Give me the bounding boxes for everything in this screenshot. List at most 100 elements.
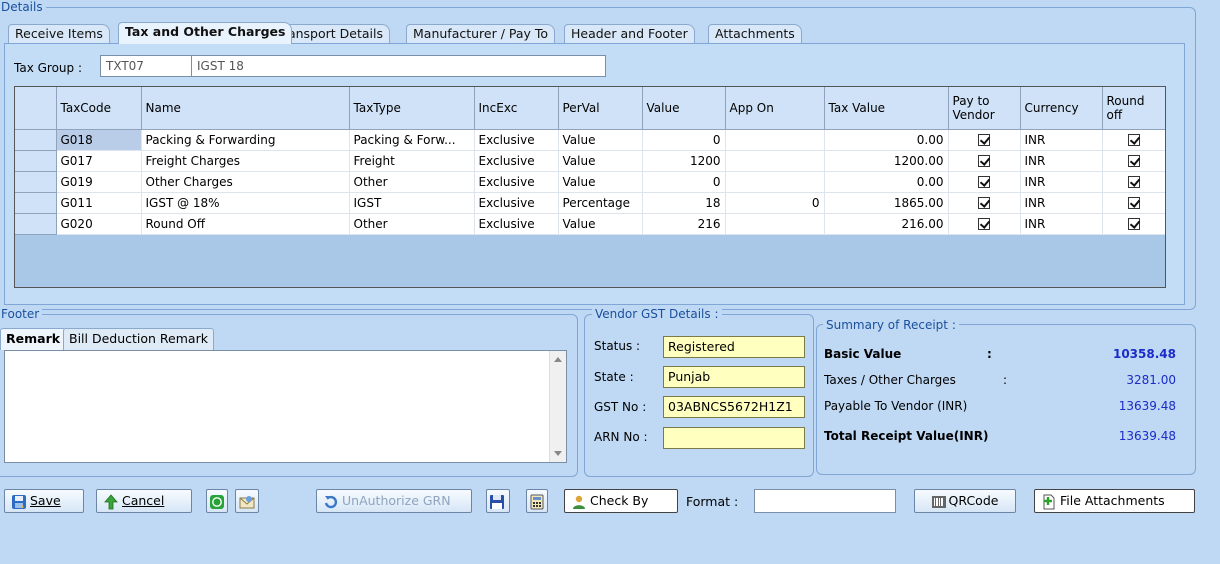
checkbox[interactable] xyxy=(1127,134,1140,146)
table-row[interactable]: G018 Packing & Forwarding Packing & Forw..… xyxy=(15,129,1165,151)
col-name[interactable]: Name xyxy=(141,87,350,130)
checkbox[interactable] xyxy=(1127,176,1140,188)
row-header[interactable] xyxy=(15,150,57,172)
cell-app-on[interactable] xyxy=(725,129,825,151)
cell-incexc[interactable]: Exclusive xyxy=(474,192,559,214)
col-taxtype[interactable]: TaxType xyxy=(349,87,475,130)
cell-currency[interactable]: INR xyxy=(1020,129,1103,151)
cell-perval[interactable]: Value xyxy=(558,171,643,193)
checkbox[interactable] xyxy=(978,155,990,167)
cell-currency[interactable]: INR xyxy=(1020,150,1103,172)
checkbox[interactable] xyxy=(978,197,990,209)
cell-app-on[interactable] xyxy=(725,213,825,235)
checkbox[interactable] xyxy=(1127,197,1140,209)
cell-round-off[interactable] xyxy=(1102,192,1165,214)
floppy-save-button[interactable] xyxy=(486,489,510,513)
cell-round-off[interactable] xyxy=(1102,150,1165,172)
cell-value[interactable]: 1200 xyxy=(642,150,726,172)
state-field[interactable]: Punjab xyxy=(663,366,805,388)
checkbox[interactable] xyxy=(1127,218,1140,230)
cell-pay-to-vendor[interactable] xyxy=(948,150,1021,172)
row-header[interactable] xyxy=(15,171,57,193)
cell-name[interactable]: Packing & Forwarding xyxy=(141,129,350,151)
cell-taxcode[interactable]: G017 xyxy=(56,150,142,172)
cell-currency[interactable]: INR xyxy=(1020,171,1103,193)
cell-taxtype[interactable]: Freight xyxy=(349,150,475,172)
cell-value[interactable]: 0 xyxy=(642,129,726,151)
table-row[interactable]: G017 Freight Charges Freight Exclusive Value… xyxy=(15,150,1165,172)
cell-perval[interactable]: Value xyxy=(558,129,643,151)
email-button[interactable] xyxy=(235,489,259,513)
check-by-button[interactable]: Check By xyxy=(564,489,678,513)
cell-incexc[interactable]: Exclusive xyxy=(474,150,559,172)
calculator-button[interactable] xyxy=(526,489,548,513)
cell-perval[interactable]: Percentage xyxy=(558,192,643,214)
checkbox[interactable] xyxy=(978,218,990,230)
table-row[interactable]: G011 IGST @ 18% IGST Exclusive Percentage 18 0… xyxy=(15,192,1165,214)
checkbox[interactable] xyxy=(1127,155,1140,167)
cell-value[interactable]: 18 xyxy=(642,192,726,214)
col-taxcode[interactable]: TaxCode xyxy=(56,87,142,130)
col-value[interactable]: Value xyxy=(642,87,726,130)
cell-currency[interactable]: INR xyxy=(1020,192,1103,214)
cell-tax-value[interactable]: 0.00 xyxy=(824,129,949,151)
tab-remark[interactable]: Remark xyxy=(0,328,67,350)
tax-group-code-field[interactable]: TXT07 xyxy=(100,55,192,77)
status-field[interactable]: Registered xyxy=(663,336,805,358)
tab-receive-items[interactable]: Receive Items xyxy=(8,24,110,43)
unauthorize-grn-button[interactable]: UnAuthorize GRN xyxy=(316,489,472,513)
scroll-down-icon[interactable] xyxy=(554,451,562,456)
cell-tax-value[interactable]: 1865.00 xyxy=(824,192,949,214)
tax-group-name-field[interactable]: IGST 18 xyxy=(191,55,606,77)
cell-taxtype[interactable]: Other xyxy=(349,171,475,193)
checkbox[interactable] xyxy=(978,176,990,188)
tab-tax-and-other-charges[interactable]: Tax and Other Charges xyxy=(118,22,293,44)
tab-manufacturer-pay-to[interactable]: Manufacturer / Pay To xyxy=(406,24,556,43)
remark-textarea[interactable] xyxy=(4,350,567,463)
cell-taxtype[interactable]: Other xyxy=(349,213,475,235)
cell-taxcode[interactable]: G019 xyxy=(56,171,142,193)
cell-currency[interactable]: INR xyxy=(1020,213,1103,235)
cell-pay-to-vendor[interactable] xyxy=(948,129,1021,151)
cell-pay-to-vendor[interactable] xyxy=(948,213,1021,235)
gst-no-field[interactable]: 03ABNCS5672H1Z1 xyxy=(663,396,805,418)
tab-attachments[interactable]: Attachments xyxy=(708,24,802,43)
cell-name[interactable]: IGST @ 18% xyxy=(141,192,350,214)
cell-name[interactable]: Freight Charges xyxy=(141,150,350,172)
cell-app-on[interactable]: 0 xyxy=(725,192,825,214)
row-header[interactable] xyxy=(15,129,57,151)
cell-taxcode[interactable]: G020 xyxy=(56,213,142,235)
cell-perval[interactable]: Value xyxy=(558,213,643,235)
cell-app-on[interactable] xyxy=(725,171,825,193)
cell-taxtype[interactable]: IGST xyxy=(349,192,475,214)
cell-incexc[interactable]: Exclusive xyxy=(474,129,559,151)
cell-round-off[interactable] xyxy=(1102,129,1165,151)
scroll-up-icon[interactable] xyxy=(554,357,562,362)
file-attachments-button[interactable]: File Attachments xyxy=(1034,489,1195,513)
row-header[interactable] xyxy=(15,192,57,214)
cell-round-off[interactable] xyxy=(1102,171,1165,193)
cell-name[interactable]: Round Off xyxy=(141,213,350,235)
cell-name[interactable]: Other Charges xyxy=(141,171,350,193)
arn-no-field[interactable] xyxy=(663,427,805,449)
cell-tax-value[interactable]: 0.00 xyxy=(824,171,949,193)
table-row[interactable]: G019 Other Charges Other Exclusive Value 0 0.0… xyxy=(15,171,1165,193)
whatsapp-button[interactable] xyxy=(206,489,228,513)
cell-value[interactable]: 216 xyxy=(642,213,726,235)
cancel-button[interactable]: Cancel xyxy=(96,489,192,513)
checkbox[interactable] xyxy=(978,134,990,146)
cell-incexc[interactable]: Exclusive xyxy=(474,171,559,193)
cell-round-off[interactable] xyxy=(1102,213,1165,235)
cell-tax-value[interactable]: 216.00 xyxy=(824,213,949,235)
tab-header-and-footer[interactable]: Header and Footer xyxy=(564,24,695,43)
cell-taxcode[interactable]: G018 xyxy=(56,129,142,151)
format-field[interactable] xyxy=(754,489,896,513)
cell-incexc[interactable]: Exclusive xyxy=(474,213,559,235)
cell-tax-value[interactable]: 1200.00 xyxy=(824,150,949,172)
col-tax-value[interactable]: Tax Value xyxy=(824,87,949,130)
cell-taxcode[interactable]: G011 xyxy=(56,192,142,214)
col-currency[interactable]: Currency xyxy=(1020,87,1103,130)
cell-taxtype[interactable]: Packing & Forw... xyxy=(349,129,475,151)
cell-perval[interactable]: Value xyxy=(558,150,643,172)
tab-bill-deduction-remark[interactable]: Bill Deduction Remark xyxy=(63,328,214,350)
